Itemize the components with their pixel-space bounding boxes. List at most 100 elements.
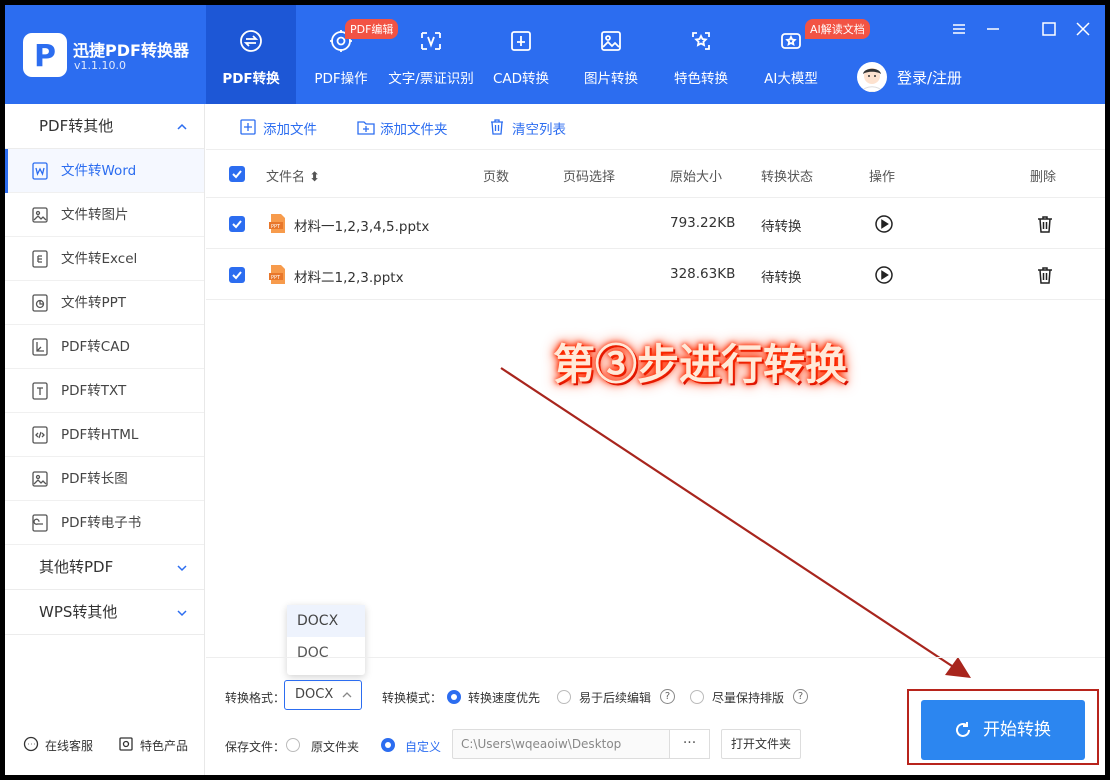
nav-label: PDF操作 [314,71,368,87]
mode-layout-radio[interactable] [690,690,704,704]
save-path-input[interactable]: C:\Users\wqeaoiw\Desktop [452,729,670,759]
group-label: PDF转其他 [39,117,114,135]
minimize-icon[interactable] [983,19,1003,39]
sidebar-item-to-txt[interactable]: PDF转TXT [5,369,204,413]
nav-image[interactable]: 图片转换 [566,5,656,104]
html-file-icon [32,426,48,444]
sidebar-group-pdf-to-other[interactable]: PDF转其他 [5,104,204,149]
save-original-radio[interactable] [286,738,300,752]
mode-label: 转换模式： [382,691,443,705]
featured-products-button[interactable]: 特色产品 [118,737,188,754]
sidebar-item-label: PDF转CAD [61,339,130,355]
login-link[interactable]: 登录/注册 [897,67,962,88]
product-icon [119,737,133,751]
sidebar-item-label: PDF转电子书 [61,515,142,531]
cad-icon [511,31,531,51]
main-panel: 添加文件 添加文件夹 清空列表 文件名 ⬍ 页数 页码选择 原始大小 转换状态 … [206,104,1105,775]
annotation-text: 第③步进行转换 [553,340,848,389]
nav-label: 特色转换 [674,71,728,87]
save-custom-label: 自定义 [405,740,442,754]
sidebar-item-to-ppt[interactable]: 文件转PPT [5,281,204,325]
save-custom-radio[interactable] [381,738,395,752]
mode-layout-label: 尽量保持排版 [712,691,785,705]
sidebar-item-label: 文件转Excel [61,251,138,267]
sidebar-group-other-to-pdf[interactable]: 其他转PDF [5,545,204,590]
open-folder-button[interactable]: 打开文件夹 [721,729,801,759]
nav-badge: AI解读文档 [805,19,870,39]
sidebar-item-to-html[interactable]: PDF转HTML [5,413,204,457]
chevron-up-icon [177,123,187,130]
refresh-icon [956,722,970,737]
image-icon [601,31,621,51]
app-version: v1.1.10.0 [74,59,126,72]
cad-file-icon [32,338,48,356]
scan-text-icon [421,32,441,50]
sidebar-item-label: PDF转长图 [61,471,128,487]
excel-file-icon [32,250,48,268]
ppt-file-icon [32,294,48,312]
nav-cad[interactable]: CAD转换 [476,5,566,104]
sidebar: PDF转其他 文件转Word 文件转图片 文件转Excel 文件转PPT PDF… [5,104,205,775]
app-window: P 迅捷PDF转换器 v1.1.10.0 PDF转换 PDF操作 PDF编辑 文… [5,5,1105,775]
format-selected: DOCX [295,687,334,702]
sidebar-item-to-image[interactable]: 文件转图片 [5,193,204,237]
browse-button[interactable]: ··· [670,729,710,759]
sidebar-item-to-cad[interactable]: PDF转CAD [5,325,204,369]
mode-speed-label: 转换速度优先 [468,691,541,705]
help-icon[interactable]: ? [793,689,808,704]
sidebar-footer: 在线客服 特色产品 [5,715,204,775]
sidebar-item-to-long-image[interactable]: PDF转长图 [5,457,204,501]
avatar[interactable] [857,62,887,92]
mode-edit-radio[interactable] [557,690,571,704]
online-service-button[interactable]: 在线客服 [23,736,94,754]
txt-file-icon [32,382,48,400]
group-label: 其他转PDF [39,558,114,576]
save-label: 保存文件： [225,740,286,754]
sidebar-item-to-ebook[interactable]: PDF转电子书 [5,501,204,545]
sidebar-group-wps-to-other[interactable]: WPS转其他 [5,590,204,635]
ai-icon [781,33,801,49]
word-file-icon [32,162,48,180]
nav-pdf-convert[interactable]: PDF转换 [206,5,296,104]
ebook-file-icon [32,514,48,532]
sidebar-item-to-word[interactable]: 文件转Word [5,149,204,193]
close-icon[interactable] [1073,19,1093,39]
format-select[interactable]: DOCX [284,680,362,710]
settings-bar: 转换格式： DOCX 转换模式： 转换速度优先 易于后续编辑 ? 尽量保持排版 … [206,657,1105,775]
chevron-up-icon [342,692,352,698]
user-avatar-icon [861,68,883,92]
service-label: 在线客服 [45,739,94,753]
app-name: 迅捷PDF转换器 [73,41,189,60]
sidebar-item-label: 文件转图片 [61,207,129,223]
nav-label: CAD转换 [492,71,550,87]
image-file-icon [32,207,48,223]
long-image-icon [32,471,48,487]
nav-special[interactable]: 特色转换 [656,5,746,104]
convert-icon [240,30,262,52]
chevron-down-icon [177,610,187,617]
mode-speed-radio[interactable] [447,690,461,704]
nav-label: 图片转换 [584,71,638,87]
sidebar-item-label: 文件转Word [61,163,137,179]
group-label: WPS转其他 [39,603,118,621]
help-icon[interactable]: ? [660,689,675,704]
products-label: 特色产品 [140,739,189,753]
sidebar-item-label: PDF转HTML [61,427,139,443]
sidebar-item-to-excel[interactable]: 文件转Excel [5,237,204,281]
menu-icon[interactable] [949,19,969,39]
top-bar: P 迅捷PDF转换器 v1.1.10.0 PDF转换 PDF操作 PDF编辑 文… [5,5,1105,104]
mode-edit-label: 易于后续编辑 [579,691,652,705]
chevron-down-icon [177,565,187,572]
save-original-label: 原文件夹 [311,740,360,754]
sidebar-item-label: PDF转TXT [61,383,127,399]
app-logo: P [23,33,67,77]
format-label: 转换格式： [225,691,286,705]
start-convert-button[interactable]: 开始转换 [921,700,1085,760]
nav-ocr[interactable]: 文字/票证识别 [386,5,476,104]
start-label: 开始转换 [983,720,1051,740]
format-option-docx[interactable]: DOCX [287,605,365,637]
chat-icon [23,736,39,752]
star-icon [692,32,710,50]
logo-letter: P [34,39,56,74]
maximize-icon[interactable] [1039,19,1059,39]
